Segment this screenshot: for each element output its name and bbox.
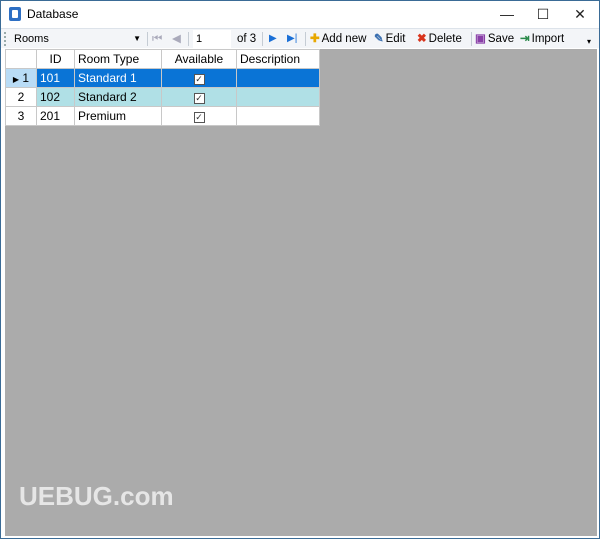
cell-description[interactable] [236,68,320,88]
position-input[interactable] [193,30,231,48]
column-header-available[interactable]: Available [161,49,237,69]
row-number: 1 [22,71,30,85]
database-icon [9,7,21,21]
available-checkbox[interactable]: ✓ [193,74,205,85]
plus-icon: ✚ [310,33,320,45]
cell-description[interactable] [236,87,320,107]
title-bar: Database — ☐ ✕ [1,1,599,27]
separator [305,32,306,46]
count-label: of 3 [237,33,257,45]
separator [147,32,148,46]
save-label: Save [487,33,515,45]
column-header-room-type[interactable]: Room Type [74,49,162,69]
move-next-button[interactable]: ▶ [269,30,277,48]
data-grid: ID Room Type Available Description ▶ 1 1… [5,49,597,536]
cell-available[interactable]: ✓ [161,106,237,126]
chevron-down-icon: ▼ [133,34,141,43]
separator [262,32,263,46]
edit-button[interactable]: ✎ Edit [374,30,405,48]
separator [471,32,472,46]
row-header[interactable]: 2 [5,87,37,107]
database-window: Database — ☐ ✕ Rooms ▼ ⏮ ◀ of 3 ▶ ▶| ✚Add… [0,0,600,539]
import-button[interactable]: ⇥ Import [520,30,564,48]
add-new-label: Add new [321,33,367,45]
cell-available[interactable]: ✓ [161,87,237,107]
cell-id[interactable]: 201 [36,106,75,126]
close-button[interactable]: ✕ [557,1,600,27]
table-row[interactable]: 2 102 Standard 2 ✓ [5,87,320,107]
cell-available[interactable]: ✓ [161,68,237,88]
toolbar: Rooms ▼ ⏮ ◀ of 3 ▶ ▶| ✚Add new ✎Edit ✖Del… [1,28,599,48]
import-icon: ⇥ [520,33,530,45]
move-first-button[interactable]: ⏮ [152,30,162,48]
cell-room-type[interactable]: Standard 1 [74,68,162,88]
cell-room-type[interactable]: Premium [74,106,162,126]
current-row-icon: ▶ [12,75,20,84]
cell-id[interactable]: 101 [36,68,75,88]
table-row[interactable]: ▶ 1 101 Standard 1 ✓ [5,68,320,88]
move-previous-button[interactable]: ◀ [172,30,181,48]
watermark-logo: UEBUG.com [19,481,174,511]
add-new-button[interactable]: ✚ Add new [310,30,366,48]
row-header[interactable]: 3 [5,106,37,126]
save-icon: ▣ [475,33,486,45]
toolbar-grip[interactable] [4,32,6,46]
window-title: Database [27,7,79,21]
edit-label: Edit [385,33,406,45]
import-label: Import [531,33,565,45]
cell-room-type[interactable]: Standard 2 [74,87,162,107]
cell-id[interactable]: 102 [36,87,75,107]
table-select[interactable]: Rooms ▼ [11,30,145,48]
edit-icon: ✎ [374,33,384,45]
corner-header[interactable] [5,49,37,69]
move-last-button[interactable]: ▶| [287,30,297,48]
available-checkbox[interactable]: ✓ [193,93,205,104]
column-header-description[interactable]: Description [236,49,320,69]
table-row[interactable]: 3 201 Premium ✓ [5,106,320,126]
available-checkbox[interactable]: ✓ [193,112,205,123]
row-header[interactable]: ▶ 1 [5,68,37,88]
separator [188,32,189,46]
delete-button[interactable]: ✖ Delete [417,30,462,48]
column-header-id[interactable]: ID [36,49,75,69]
save-button[interactable]: ▣ Save [475,30,514,48]
delete-label: Delete [428,33,462,45]
header-row: ID Room Type Available Description [5,49,320,69]
cell-description[interactable] [236,106,320,126]
table-select-value: Rooms [14,33,49,45]
delete-icon: ✖ [417,33,427,45]
